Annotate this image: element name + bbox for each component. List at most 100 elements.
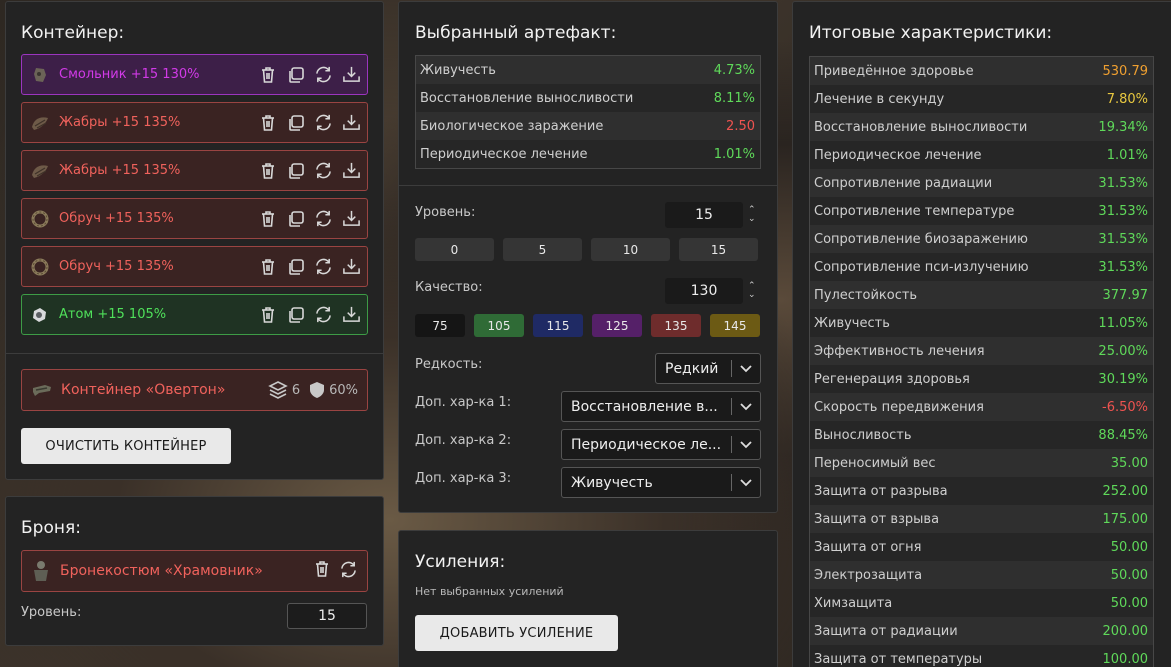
armor-card[interactable]: Бронекостюм «Храмовник»: [21, 550, 368, 592]
stat-row: Приведённое здоровье 530.79: [810, 57, 1153, 85]
stepper-arrows[interactable]: ⌃ ⌄: [748, 282, 756, 300]
layers-icon: [268, 381, 288, 399]
stat-row: Биологическое заражение 2.50: [416, 112, 760, 140]
download-icon[interactable]: [342, 305, 361, 324]
download-icon[interactable]: [342, 209, 361, 228]
rarity-select[interactable]: Редкий: [655, 353, 761, 384]
quality-preset-chip[interactable]: 105: [474, 314, 524, 337]
divider: [6, 353, 383, 354]
extra3-select[interactable]: Живучесть: [561, 467, 761, 498]
refresh-icon[interactable]: [314, 65, 333, 84]
container-item[interactable]: Обруч +15 135%: [21, 246, 368, 287]
artifact-icon: [30, 65, 50, 85]
stat-row: Переносимый вес 35.00: [810, 449, 1153, 477]
download-icon[interactable]: [342, 161, 361, 180]
level-label: Уровень:: [415, 205, 476, 220]
stat-row: Защита от температуры 100.00: [810, 645, 1153, 667]
armor-level-input[interactable]: 15: [287, 603, 367, 629]
trash-icon[interactable]: [258, 305, 277, 324]
stat-name: Защита от взрыва: [814, 511, 940, 527]
container-item[interactable]: Смольник +15 130%: [21, 54, 368, 95]
refresh-icon[interactable]: [314, 305, 333, 324]
stat-value: 100.00: [1102, 651, 1149, 667]
stat-name: Защита от температуры: [814, 651, 983, 667]
stat-value: 175.00: [1102, 511, 1149, 527]
refresh-icon[interactable]: [339, 560, 358, 583]
level-preset-chip[interactable]: 15: [679, 238, 758, 261]
copy-icon[interactable]: [286, 209, 305, 228]
boosts-title: Усиления:: [415, 552, 506, 572]
stat-row: Восстановление выносливости 19.34%: [810, 113, 1153, 141]
copy-icon[interactable]: [286, 65, 305, 84]
stat-row: Периодическое лечение 1.01%: [416, 140, 760, 168]
refresh-icon[interactable]: [314, 161, 333, 180]
container-card[interactable]: Контейнер «Овертон» 6 60%: [21, 369, 368, 411]
stat-name: Переносимый вес: [814, 455, 936, 471]
extra1-label: Доп. хар-ка 1:: [415, 395, 512, 410]
stat-row: Электрозащита 50.00: [810, 561, 1153, 589]
armor-icon: [31, 560, 51, 582]
artifact-icon: [30, 305, 50, 325]
trash-icon[interactable]: [258, 209, 277, 228]
quality-preset-chip[interactable]: 135: [651, 314, 701, 337]
quality-preset-chip[interactable]: 115: [533, 314, 583, 337]
stepper-arrows[interactable]: ⌃ ⌄: [748, 206, 756, 224]
boosts-panel: Усиления: Нет выбранных усилений ДОБАВИТ…: [398, 530, 778, 667]
container-protection: 60%: [309, 381, 358, 399]
add-boost-button[interactable]: ДОБАВИТЬ УСИЛЕНИЕ: [415, 615, 618, 651]
extra2-select[interactable]: Периодическое ле...: [561, 429, 761, 460]
refresh-icon[interactable]: [314, 113, 333, 132]
copy-icon[interactable]: [286, 257, 305, 276]
container-slots: 6: [268, 380, 300, 400]
stat-row: Пулестойкость 377.97: [810, 281, 1153, 309]
copy-icon[interactable]: [286, 113, 305, 132]
download-icon[interactable]: [342, 257, 361, 276]
container-item[interactable]: Атом +15 105%: [21, 294, 368, 335]
copy-icon[interactable]: [286, 305, 305, 324]
refresh-icon[interactable]: [314, 257, 333, 276]
stat-row: Сопротивление биозаражению 31.53%: [810, 225, 1153, 253]
extra1-value: Восстановление в...: [571, 398, 718, 415]
copy-icon[interactable]: [286, 161, 305, 180]
stat-row: Выносливость 88.45%: [810, 421, 1153, 449]
trash-icon[interactable]: [258, 65, 277, 84]
stat-row: Защита от огня 50.00: [810, 533, 1153, 561]
container-item[interactable]: Жабры +15 135%: [21, 150, 368, 191]
stat-name: Приведённое здоровье: [814, 63, 974, 79]
level-preset-chip[interactable]: 5: [503, 238, 582, 261]
container-item[interactable]: Обруч +15 135%: [21, 198, 368, 239]
level-preset-chip[interactable]: 10: [591, 238, 670, 261]
level-input[interactable]: 15: [665, 202, 743, 228]
quality-preset-chip[interactable]: 75: [415, 314, 465, 337]
artifact-icon: [30, 209, 50, 229]
trash-icon[interactable]: [258, 257, 277, 276]
trash-icon[interactable]: [258, 161, 277, 180]
stat-row: Защита от радиации 200.00: [810, 617, 1153, 645]
stat-value: 252.00: [1102, 483, 1149, 499]
container-item-label: Жабры +15 135%: [59, 115, 181, 130]
artifact-icon: [30, 113, 50, 133]
clear-container-button[interactable]: ОЧИСТИТЬ КОНТЕЙНЕР: [21, 428, 231, 464]
quality-preset-chip[interactable]: 145: [710, 314, 760, 337]
trash-icon[interactable]: [258, 113, 277, 132]
container-item-label: Смольник +15 130%: [59, 67, 200, 82]
quality-preset-chip[interactable]: 125: [592, 314, 642, 337]
stat-value: -6.50%: [1102, 399, 1148, 415]
container-item[interactable]: Жабры +15 135%: [21, 102, 368, 143]
trash-icon[interactable]: [314, 560, 330, 583]
extra1-select[interactable]: Восстановление в...: [561, 391, 761, 422]
download-icon[interactable]: [342, 113, 361, 132]
stat-name: Восстановление выносливости: [814, 119, 1028, 135]
stat-name: Скорость передвижения: [814, 399, 984, 415]
stat-value: 7.80%: [1106, 91, 1148, 107]
stat-value: 1.01%: [1106, 147, 1148, 163]
totals-title: Итоговые характеристики:: [809, 23, 1053, 43]
level-preset-chip[interactable]: 0: [415, 238, 494, 261]
quality-input[interactable]: 130: [665, 278, 743, 304]
extra3-label: Доп. хар-ка 3:: [415, 471, 512, 486]
download-icon[interactable]: [342, 65, 361, 84]
level-spinner[interactable]: 15 ⌃ ⌄: [665, 202, 756, 228]
stat-name: Выносливость: [814, 427, 912, 443]
quality-spinner[interactable]: 130 ⌃ ⌄: [665, 278, 756, 304]
refresh-icon[interactable]: [314, 209, 333, 228]
